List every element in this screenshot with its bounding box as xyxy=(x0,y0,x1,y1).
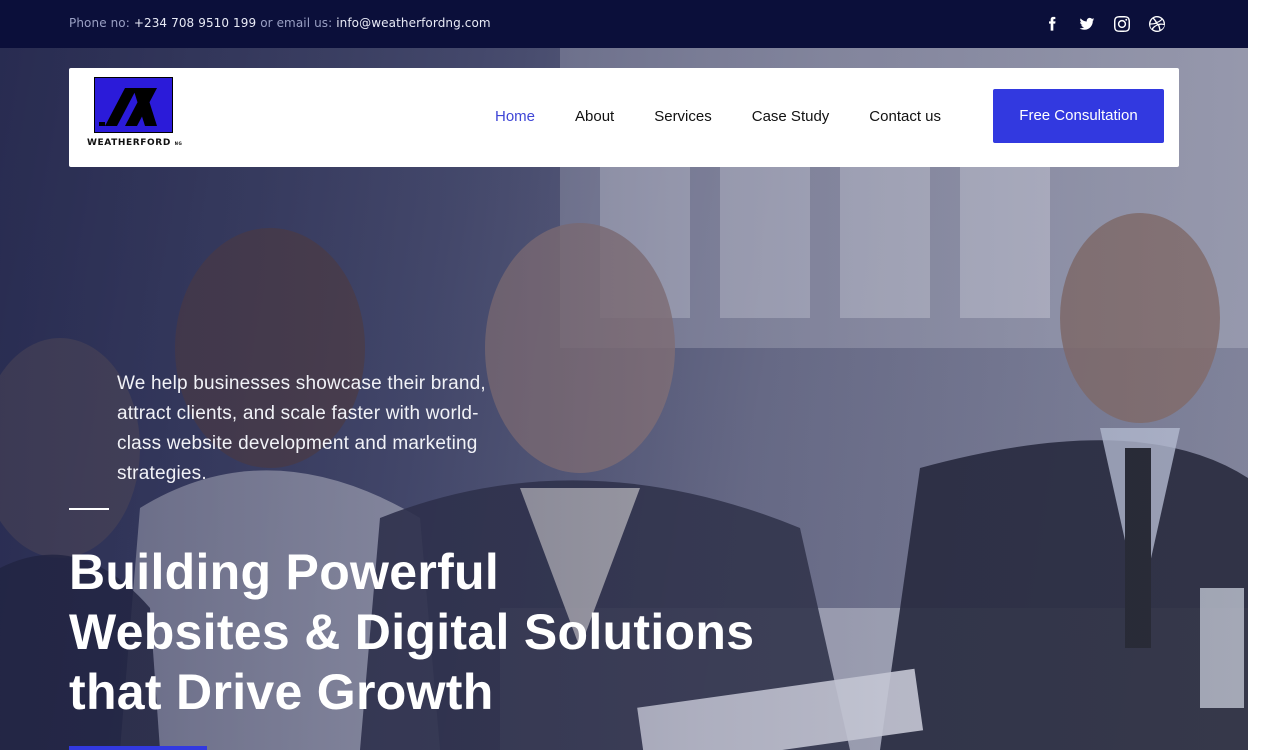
logo-mark xyxy=(94,77,173,133)
headline-line-2: Websites & Digital Solutions xyxy=(69,604,755,660)
brand-wordmark: WEATHERFORD NG xyxy=(87,138,183,148)
hero-headline: Building Powerful Websites & Digital Sol… xyxy=(69,542,869,722)
nav-case-study[interactable]: Case Study xyxy=(752,108,830,125)
page-edge xyxy=(1248,0,1280,750)
social-links xyxy=(1043,14,1166,34)
hero-tagline: We help businesses showcase their brand,… xyxy=(117,373,486,484)
free-consultation-button[interactable]: Free Consultation xyxy=(993,89,1164,143)
nav-home[interactable]: Home xyxy=(495,108,535,125)
nav-services[interactable]: Services xyxy=(654,108,712,125)
top-contact-bar: Phone no: +234 708 9510 199 or email us:… xyxy=(0,0,1248,48)
brand-logo[interactable]: WEATHERFORD NG xyxy=(87,77,187,157)
primary-nav: Home About Services Case Study Contact u… xyxy=(495,108,981,125)
phone-label: Phone no: xyxy=(69,16,130,30)
phone-link[interactable]: +234 708 9510 199 xyxy=(134,16,256,30)
twitter-icon[interactable] xyxy=(1078,14,1096,34)
headline-line-3: that Drive Growth xyxy=(69,664,494,720)
facebook-icon[interactable] xyxy=(1043,14,1061,34)
email-label: or email us: xyxy=(260,16,333,30)
contact-info: Phone no: +234 708 9510 199 or email us:… xyxy=(69,16,491,30)
nav-about[interactable]: About xyxy=(575,108,614,125)
decorative-dash xyxy=(69,508,109,510)
dribbble-icon[interactable] xyxy=(1148,14,1166,34)
headline-line-1: Building Powerful xyxy=(69,544,500,600)
nav-contact[interactable]: Contact us xyxy=(869,108,941,125)
hero-cta-button[interactable] xyxy=(69,746,207,750)
main-nav-card: WEATHERFORD NG Home About Services Case … xyxy=(69,68,1179,167)
email-link[interactable]: info@weatherfordng.com xyxy=(336,16,490,30)
instagram-icon[interactable] xyxy=(1113,14,1131,34)
